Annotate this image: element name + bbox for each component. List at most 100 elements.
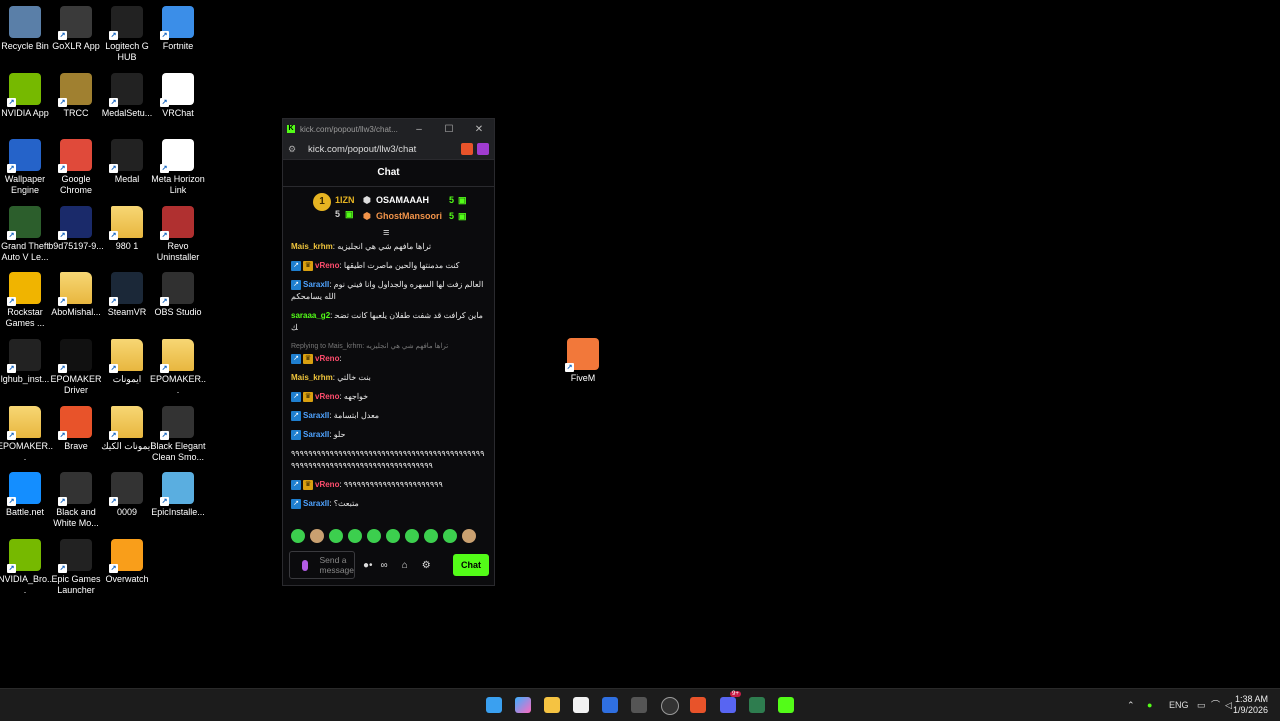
desktop-icon[interactable]: ↗ SteamVR — [99, 272, 155, 318]
desktop-icon[interactable]: ↗ VRChat — [150, 72, 206, 119]
desktop-icon[interactable]: ↗ NVIDIA App — [0, 72, 53, 119]
gifter-leaderboard[interactable]: 1 1IZN 5 ▣ ⬢ OSAMAAAH 5 ▣ ⬢ GhostMansoor… — [283, 187, 494, 231]
desktop-icon[interactable]: ↗ TRCC — [48, 72, 104, 119]
desktop-icon[interactable]: ↗ AboMishal... — [48, 272, 104, 318]
desktop-icon[interactable]: ↗ Epic Games Launcher — [48, 538, 104, 596]
chat-message[interactable]: ٩٩٩٩٩٩٩٩٩٩٩٩٩٩٩٩٩٩٩٩٩٩٩٩٩٩٩٩٩٩٩٩٩٩٩٩٩٩٩٩… — [291, 448, 487, 472]
menu-icon[interactable]: ≡ — [383, 227, 389, 239]
microphone-tray-icon[interactable]: ● — [1147, 689, 1152, 721]
desktop-icon[interactable]: ↗ Meta Horizon Link — [150, 139, 206, 196]
brave-rewards-icon[interactable] — [477, 143, 489, 155]
site-settings-icon[interactable]: ⚙ — [288, 144, 304, 155]
volume-icon[interactable]: ◁ — [1225, 689, 1232, 721]
language-indicator[interactable]: ENG — [1169, 689, 1189, 721]
brave-taskbar-icon[interactable] — [690, 697, 706, 713]
address-bar[interactable]: ⚙ kick.com/popout/llw3/chat — [283, 139, 494, 160]
desktop-icon[interactable]: ↗ 980 1 — [99, 205, 155, 252]
calculator-icon[interactable] — [631, 697, 647, 713]
desktop-icon[interactable]: ↗ GoXLR App — [48, 6, 104, 52]
emote-icon[interactable] — [443, 529, 457, 543]
send-chat-button[interactable]: Chat — [453, 554, 489, 576]
desktop-icon[interactable]: ↗ Black Elegant Clean Smo... — [150, 405, 206, 463]
chat-message[interactable]: ↗ SaraxII: متبعث؟ — [291, 498, 487, 510]
store-icon[interactable]: ⌂ — [402, 560, 408, 571]
chat-message[interactable]: ↗ SaraxII: العالم زفت لها السهره والجداول… — [291, 279, 487, 303]
monitor-icon[interactable]: ▭ — [1197, 689, 1206, 721]
emote-icon[interactable] — [367, 529, 381, 543]
desktop-icon[interactable]: ↗ Grand Theft Auto V Le... — [0, 205, 53, 263]
desktop-icon[interactable]: ↗ EPOMAKER... — [150, 339, 206, 396]
kick-taskbar-icon[interactable] — [778, 697, 794, 713]
desktop-icon[interactable]: ↗ Rockstar Games ... — [0, 272, 53, 329]
chat-message[interactable]: saraaa_g2: ماين كرافت قد شفت طفلان يلعبه… — [291, 310, 487, 334]
chat-username[interactable]: vReno — [315, 261, 339, 270]
desktop-icon-fivem[interactable]: ↗ FiveM — [555, 338, 611, 384]
desktop-icon[interactable]: ↗ EpicInstalle... — [150, 472, 206, 518]
network-icon[interactable]: ⌒ — [1211, 689, 1220, 721]
notepad-icon[interactable] — [573, 697, 589, 713]
chat-username[interactable]: SaraxII — [303, 499, 329, 508]
desktop-icon[interactable]: ↗ Medal — [99, 139, 155, 185]
emote-picker-icon[interactable]: ●• — [363, 560, 373, 571]
desktop-icon[interactable]: ↗ Brave — [48, 405, 104, 452]
microphone-icon[interactable] — [302, 559, 308, 571]
desktop-icon[interactable]: ↗ ايمونات الكيك — [99, 405, 155, 452]
minimize-button[interactable]: – — [404, 124, 434, 135]
chat-username[interactable]: SaraxII — [303, 430, 329, 439]
chat-username[interactable]: vReno — [315, 480, 339, 489]
copilot-icon[interactable] — [515, 697, 531, 713]
chat-username[interactable]: saraaa_g2 — [291, 311, 330, 320]
desktop-icon[interactable]: ↗ Google Chrome — [48, 139, 104, 196]
clock[interactable]: 1:38 AM 1/9/2026 — [1233, 694, 1268, 716]
url-text[interactable]: kick.com/popout/llw3/chat — [304, 144, 457, 155]
chat-message[interactable]: Mais_krhm: بنت خالتي — [291, 372, 487, 384]
emote-icon[interactable] — [329, 529, 343, 543]
desktop-icon[interactable]: ↗ Black and White Mo... — [48, 472, 104, 529]
chat-message[interactable]: ↗ SaraxII: حلو — [291, 429, 487, 441]
desktop-icon[interactable]: ↗ Battle.net — [0, 472, 53, 518]
discord-icon[interactable]: 9+ — [720, 691, 741, 713]
desktop-icon[interactable]: ↗ Logitech G HUB — [99, 6, 155, 63]
obs-taskbar-icon[interactable] — [661, 697, 679, 715]
chat-message[interactable]: ↗ ♛ vReno: خواجهه — [291, 391, 487, 403]
emote-icon[interactable] — [291, 529, 305, 543]
chat-username[interactable]: Mais_krhm — [291, 242, 333, 251]
maximize-button[interactable]: ☐ — [434, 124, 464, 135]
chat-message[interactable]: Replying to Mais_krhm: تراها مافهم شي هي… — [291, 341, 487, 365]
desktop-icon[interactable]: ↗ OBS Studio — [150, 272, 206, 318]
chat-message[interactable]: ↗ ♛ vReno: ٩٩٩٩٩٩٩٩٩٩٩٩٩٩٩٩٩٩٩٩٩٩٩ — [291, 479, 487, 491]
message-input[interactable]: Send a message — [289, 551, 355, 579]
emote-icon[interactable] — [462, 529, 476, 543]
desktop-icon[interactable]: ↗ EPOMAKER... — [0, 405, 53, 463]
brave-shields-icon[interactable] — [461, 143, 473, 155]
desktop-icon[interactable]: ↗ Revo Uninstaller — [150, 205, 206, 263]
windows-start-icon[interactable] — [486, 697, 502, 713]
desktop-icon[interactable]: ↗ EPOMAKER Driver — [48, 339, 104, 396]
desktop-icon[interactable]: ↗ ايمونات — [99, 339, 155, 385]
chat-message[interactable]: Mais_krhm: تراها مافهم شي هي انجليزيه — [291, 241, 487, 253]
chat-username[interactable]: vReno — [315, 392, 339, 401]
desktop-icon[interactable]: ↗ MedalSetu... — [99, 72, 155, 119]
show-hidden-icons-chevron-icon[interactable]: ⌃ — [1127, 689, 1135, 721]
desktop-icon[interactable]: ↗ Overwatch — [99, 538, 155, 585]
emote-icon[interactable] — [348, 529, 362, 543]
emote-icon[interactable] — [386, 529, 400, 543]
desktop-icon[interactable]: ↗ Fortnite — [150, 6, 206, 52]
goxlr-taskbar-icon[interactable] — [749, 697, 765, 713]
desktop-icon[interactable]: ↗ Wallpaper Engine — [0, 139, 53, 196]
chat-username[interactable]: SaraxII — [303, 411, 329, 420]
desktop-icon[interactable]: ↗ b9d75197-9... — [48, 205, 104, 252]
desktop-icon[interactable]: ↗ 0009 — [99, 472, 155, 518]
microsoft-store-icon[interactable] — [602, 697, 618, 713]
chat-message[interactable]: ↗ SaraxII: معدل ابتسامة — [291, 410, 487, 422]
infinity-icon[interactable]: ∞ — [381, 560, 388, 571]
emote-icon[interactable] — [424, 529, 438, 543]
desktop-icon[interactable]: ↗ NVIDIA_Bro... — [0, 538, 53, 596]
settings-gear-icon[interactable]: ⚙ — [422, 560, 431, 571]
desktop-icon[interactable]: Recycle Bin — [0, 6, 53, 52]
file-explorer-icon[interactable] — [544, 697, 560, 713]
chat-username[interactable]: vReno — [315, 354, 339, 363]
close-button[interactable]: ✕ — [464, 124, 494, 135]
chat-username[interactable]: Mais_krhm — [291, 373, 333, 382]
chat-username[interactable]: SaraxII — [303, 280, 329, 289]
